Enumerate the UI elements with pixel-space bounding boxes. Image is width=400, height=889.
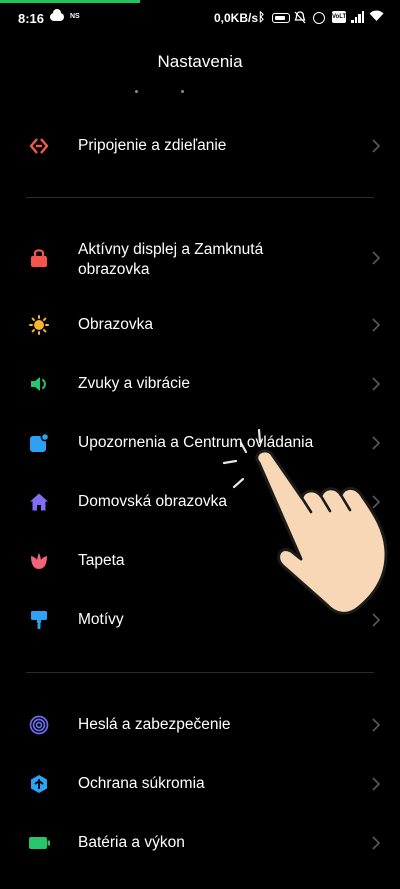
sun-icon (29, 315, 49, 335)
settings-item-wallpaper[interactable]: Tapeta (0, 533, 400, 589)
wifi-icon (369, 10, 384, 22)
chevron-right-icon (368, 138, 384, 154)
settings-item-label: Ochrana súkromia (78, 775, 205, 792)
paint-roller-icon (29, 610, 49, 630)
tulip-icon (29, 551, 49, 571)
chevron-right-icon (368, 494, 384, 510)
settings-item-notifications[interactable]: Upozornenia a Centrum ovládania (0, 415, 400, 471)
settings-item-label: Tapeta (78, 552, 125, 569)
status-icons: ᛒ VoLTE (258, 10, 384, 26)
battery-saver-icon (272, 13, 290, 23)
settings-item-lock-screen[interactable]: Aktívny displej a Zamknutá obrazovka (0, 230, 400, 288)
bluetooth-icon: ᛒ (258, 10, 266, 24)
chevron-right-icon (368, 317, 384, 333)
home-icon (29, 492, 49, 512)
settings-item-home-screen[interactable]: Domovská obrazovka (0, 474, 400, 530)
notification-icon (29, 432, 50, 453)
settings-item-battery[interactable]: Batéria a výkon (0, 815, 400, 871)
settings-item-label: Batéria a výkon (78, 834, 185, 851)
settings-item-connection-sharing[interactable]: Pripojenie a zdieľanie (0, 118, 400, 174)
settings-item-label: Domovská obrazovka (78, 493, 228, 510)
battery-icon (29, 833, 50, 853)
speaker-icon (29, 374, 49, 394)
signal-icon (351, 11, 365, 23)
settings-item-themes[interactable]: Motívy (0, 592, 400, 648)
scrolled-content-peek (135, 90, 185, 94)
chevron-right-icon (368, 435, 384, 451)
settings-item-passwords-security[interactable]: Heslá a zabezpečenie (0, 697, 400, 753)
chevron-right-icon (368, 250, 384, 266)
chevron-right-icon (368, 553, 384, 569)
mute-bell-icon (294, 11, 306, 27)
settings-item-label: Heslá a zabezpečenie (78, 716, 231, 733)
chevron-right-icon (368, 776, 384, 792)
privacy-shield-icon (29, 774, 49, 794)
page-title: Nastavenia (157, 52, 243, 71)
share-arrows-icon (29, 136, 49, 156)
status-time: 8:16 (18, 11, 45, 26)
settings-item-display[interactable]: Obrazovka (0, 297, 400, 353)
chevron-right-icon (368, 376, 384, 392)
lock-icon (29, 247, 49, 267)
ns-label: NS (70, 13, 80, 20)
chevron-right-icon (368, 835, 384, 851)
settings-item-label: Motívy (78, 611, 124, 628)
settings-item-label: Aktívny displej a Zamknutá obrazovka (78, 241, 264, 278)
settings-item-label: Upozornenia a Centrum ovládania (78, 434, 314, 451)
chevron-right-icon (368, 612, 384, 628)
settings-item-sounds[interactable]: Zvuky a vibrácie (0, 356, 400, 412)
settings-item-label: Zvuky a vibrácie (78, 375, 190, 392)
settings-item-label: Pripojenie a zdieľanie (78, 137, 227, 154)
section-divider (26, 672, 374, 673)
chevron-right-icon (368, 717, 384, 733)
section-divider (26, 197, 374, 198)
fingerprint-icon (29, 715, 49, 735)
alarm-icon (313, 12, 325, 24)
status-bar: 8:16 NS 0,0KB/s ᛒ VoLTE (0, 0, 400, 36)
settings-item-label: Obrazovka (78, 316, 153, 333)
network-speed: 0,0KB/s (214, 11, 259, 25)
cloud-icon (50, 9, 64, 21)
settings-item-privacy[interactable]: Ochrana súkromia (0, 756, 400, 812)
volte-icon: VoLTE (332, 11, 350, 23)
